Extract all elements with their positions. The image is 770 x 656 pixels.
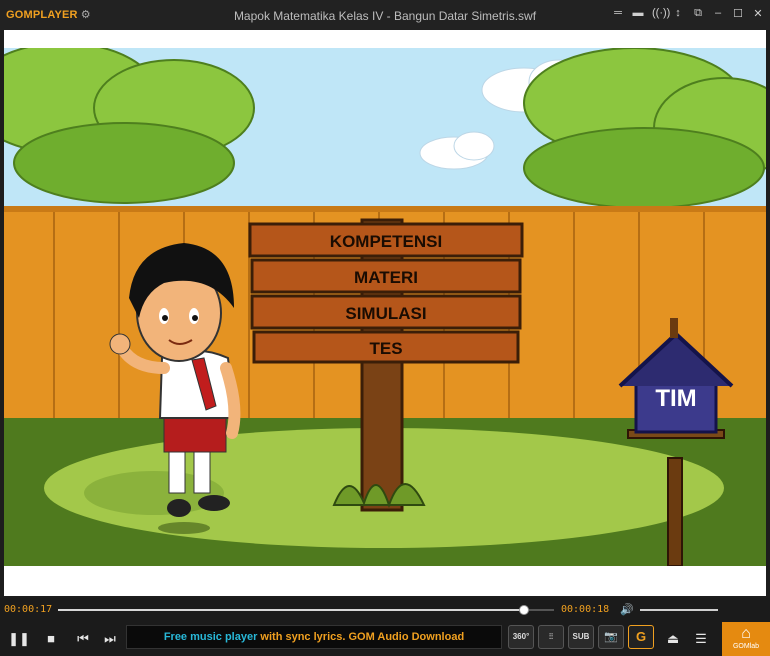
vr-360-button[interactable]: 360° bbox=[508, 625, 534, 649]
speaker-icon[interactable]: 🔊 bbox=[620, 603, 634, 616]
seek-handle[interactable] bbox=[519, 605, 530, 615]
broadcast-icon[interactable]: ((·)) bbox=[652, 7, 670, 20]
close-icon[interactable]: ✕ bbox=[752, 7, 764, 20]
gomlab-label: GOMlab bbox=[732, 643, 760, 650]
menu-materi[interactable]: MATERI bbox=[354, 268, 418, 287]
seek-bar[interactable] bbox=[58, 605, 554, 615]
subtitle-button[interactable]: SUB bbox=[568, 625, 594, 649]
pin-icon[interactable]: ↕ bbox=[672, 7, 684, 20]
menu-simulasi[interactable]: SIMULASI bbox=[345, 304, 426, 323]
seek-row: 00:00:17 00:00:18 🔊 bbox=[0, 598, 770, 622]
total-time: 00:00:18 bbox=[561, 604, 610, 615]
video-viewport[interactable]: KOMPETENSI MATERI SIMULASI TES TIM bbox=[4, 30, 766, 596]
control-bar: ❚❚ ■ ⏮ ⏭ Free music player with sync lyr… bbox=[0, 622, 770, 656]
gomlab-button[interactable]: ⌂ GOMlab bbox=[722, 622, 770, 656]
eject-icon[interactable]: ⏏ bbox=[662, 628, 684, 650]
grass-tuft bbox=[332, 483, 426, 509]
maximize-icon[interactable]: ☐ bbox=[732, 7, 744, 20]
minimize-mini-icon[interactable]: ▬ bbox=[632, 7, 644, 20]
camera-icon[interactable]: 📷 bbox=[598, 625, 624, 649]
stop-icon[interactable]: ■ bbox=[40, 628, 62, 650]
game-scene: KOMPETENSI MATERI SIMULASI TES TIM bbox=[4, 48, 766, 566]
house-icon: ⌂ bbox=[741, 625, 751, 642]
elapsed-time: 00:00:17 bbox=[4, 604, 53, 615]
tree-left bbox=[4, 48, 255, 204]
ticker-text: with sync lyrics. GOM Audio Download bbox=[257, 631, 465, 643]
equalizer-icon[interactable]: ⫶⫶ bbox=[538, 625, 564, 649]
pip-icon[interactable]: ⧉ bbox=[692, 7, 704, 20]
previous-icon[interactable]: ⏮ bbox=[72, 628, 94, 650]
volume-slider[interactable] bbox=[640, 609, 718, 611]
window-controls: ═ ▬ ((·)) ↕ ⧉ – ☐ ✕ bbox=[612, 7, 764, 20]
next-icon[interactable]: ⏭ bbox=[99, 628, 121, 650]
minimize-icon[interactable]: – bbox=[712, 7, 724, 20]
seek-progress bbox=[58, 609, 525, 611]
menu-icon[interactable]: ☰ bbox=[690, 628, 712, 650]
gom-g-icon[interactable]: G bbox=[628, 625, 654, 649]
menu-kompetensi[interactable]: KOMPETENSI bbox=[330, 232, 442, 251]
pause-icon[interactable]: ❚❚ bbox=[8, 628, 30, 650]
ad-ticker[interactable]: Free music player with sync lyrics. GOM … bbox=[126, 625, 502, 649]
title-bar: GOMPLAYER ⚙ Mapok Matematika Kelas IV - B… bbox=[0, 0, 770, 30]
ticker-highlight: Free music player bbox=[163, 631, 258, 643]
menu-lines-icon[interactable]: ═ bbox=[612, 7, 624, 20]
menu-tim[interactable]: TIM bbox=[655, 385, 696, 412]
menu-tes[interactable]: TES bbox=[369, 339, 402, 358]
